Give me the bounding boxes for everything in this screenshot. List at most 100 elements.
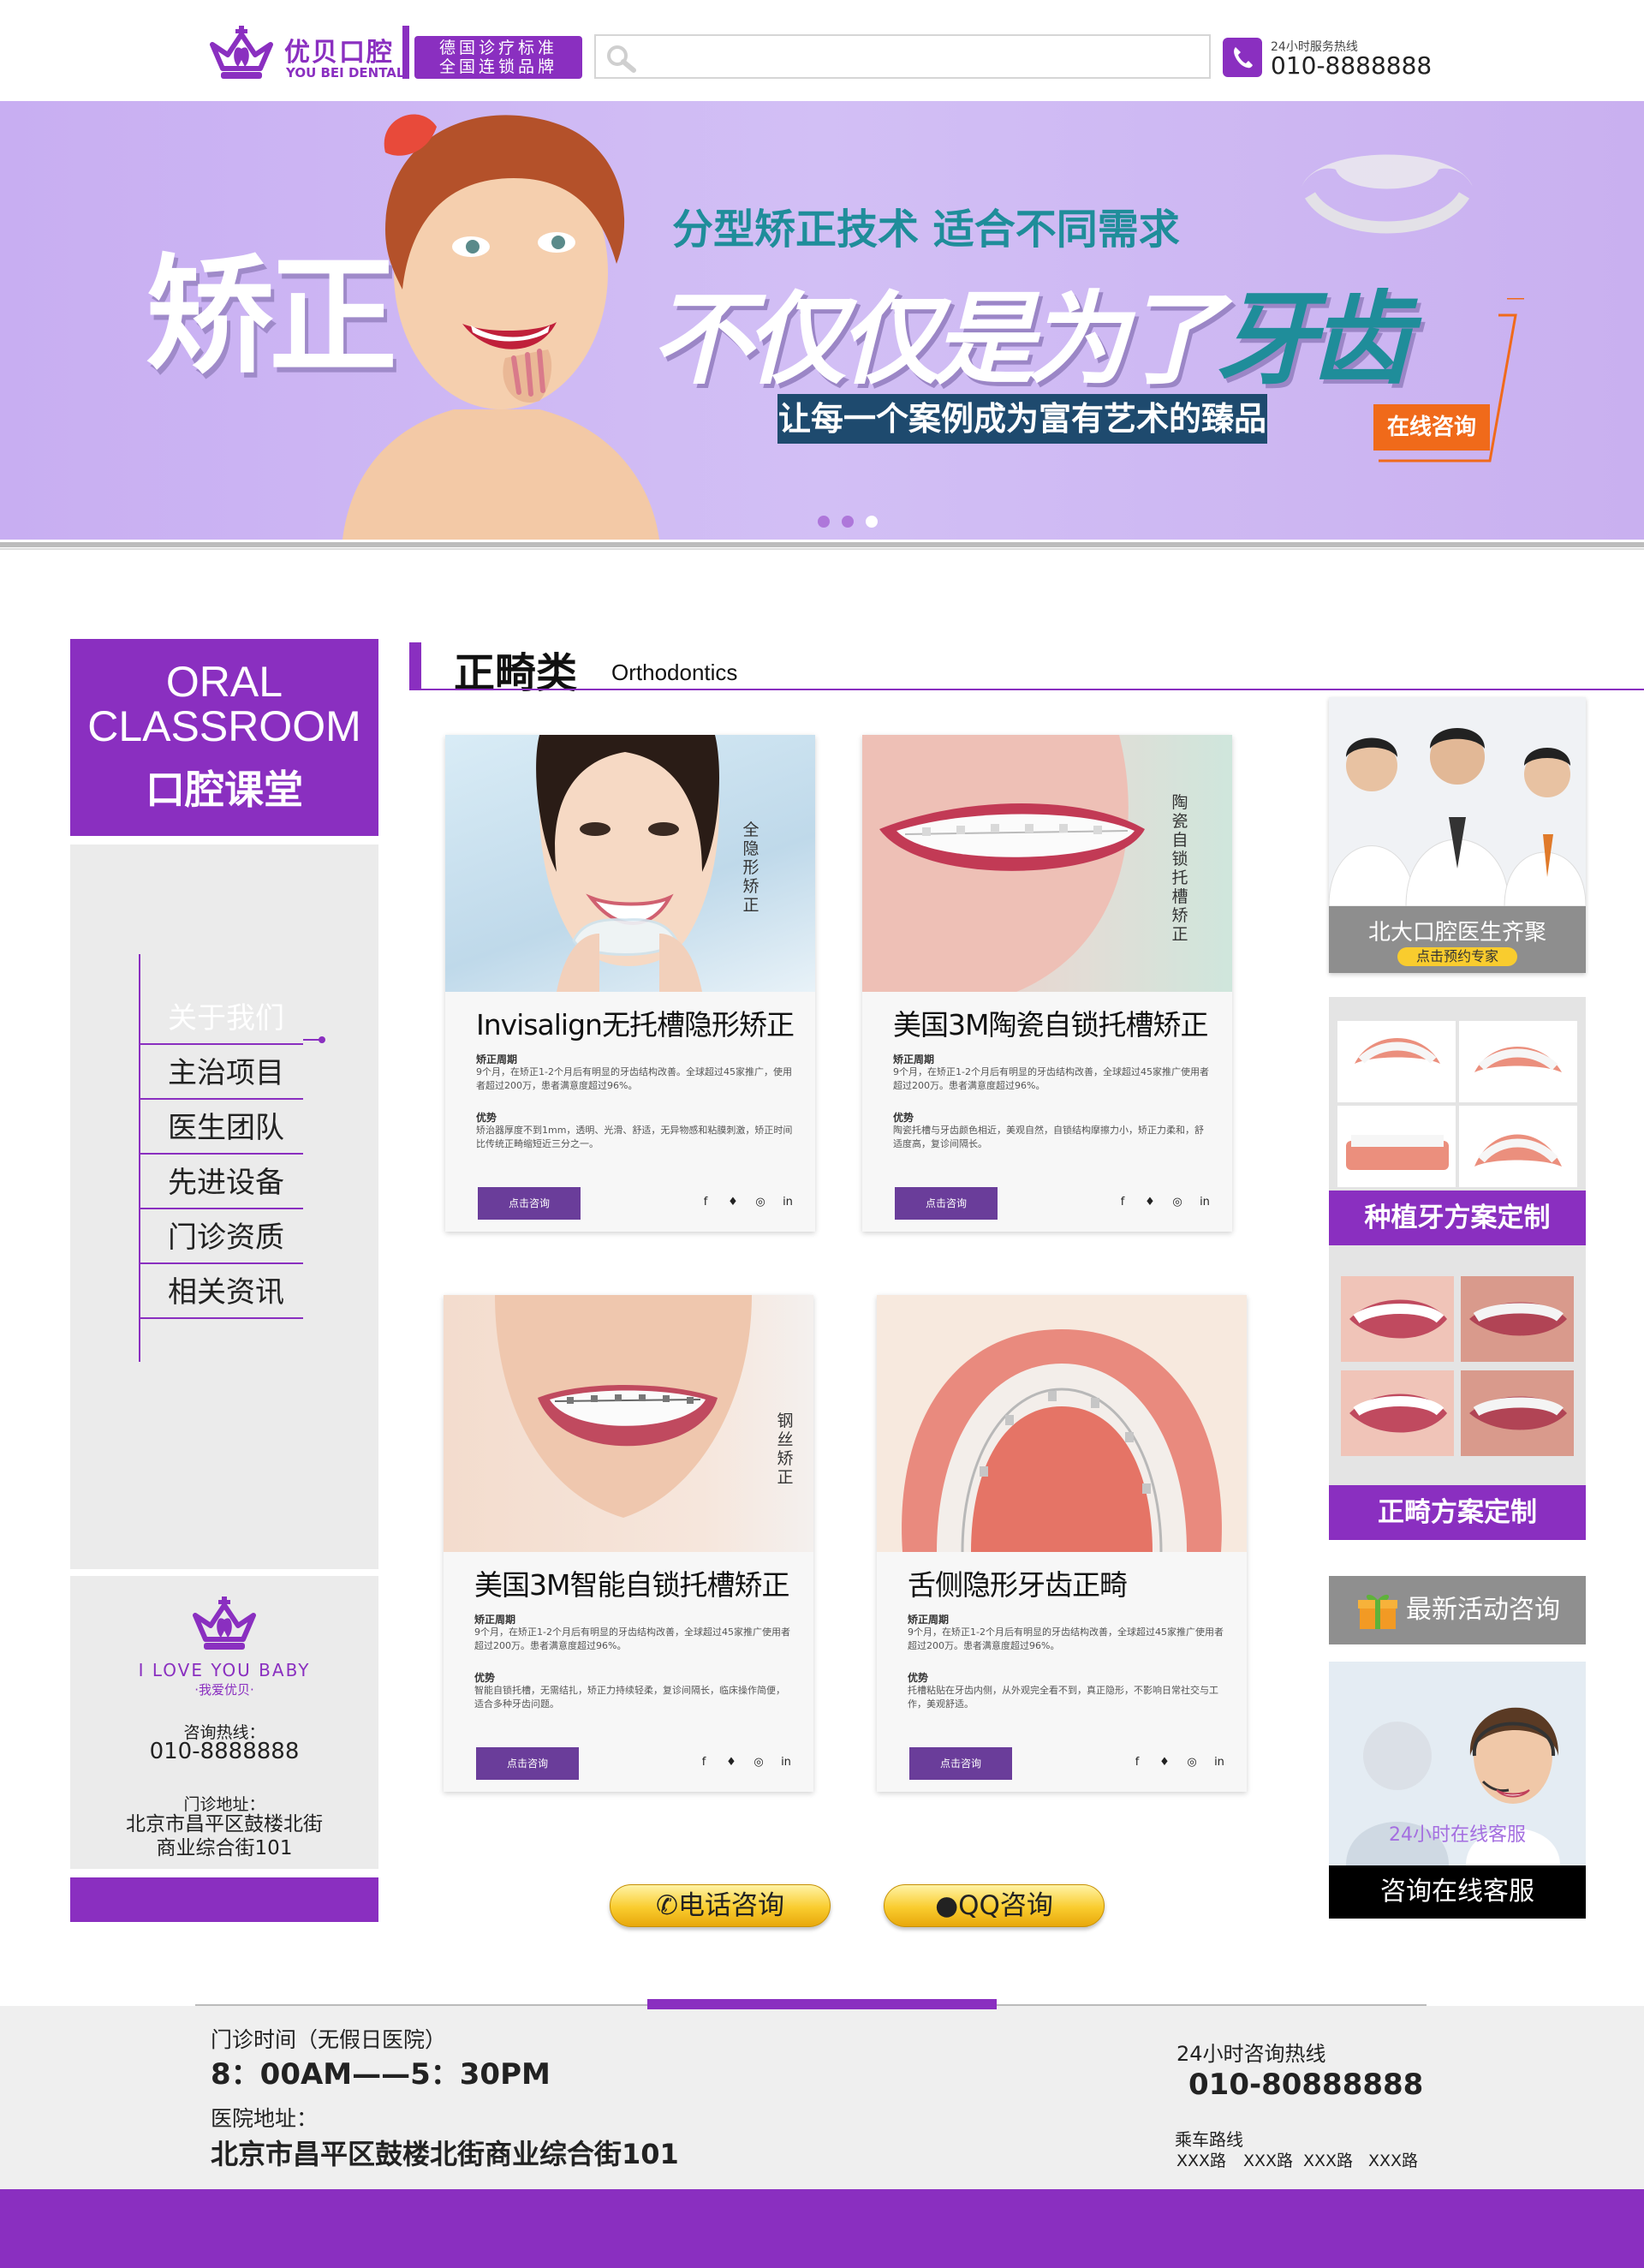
sidebar-item-label: 关于我们 bbox=[168, 1001, 284, 1036]
card-text-advantage: 矫治器厚度不到1mm，透明、光滑、舒适，无异物感和粘膜刺激，矫正时间比传统正畸缩… bbox=[476, 1125, 793, 1149]
ortho-title-button[interactable]: 正畸方案定制 bbox=[1329, 1485, 1586, 1540]
active-indicator-line bbox=[303, 1039, 320, 1041]
product-card-invisalign[interactable]: 全隐形矫正 Invisalign无托槽隐形矫正 矫正周期 9个月，在矫正1-2个… bbox=[445, 735, 815, 1232]
site-header: 优贝口腔 YOU BEI DENTAL 德国诊疗标准 全国连锁品牌 24小时服务… bbox=[0, 0, 1644, 101]
search-icon[interactable] bbox=[605, 43, 639, 74]
carousel-dot-1[interactable] bbox=[818, 516, 830, 528]
activity-button[interactable]: 最新活动咨询 bbox=[1329, 1576, 1586, 1644]
card-title: 舌侧隐形牙齿正畸 bbox=[908, 1568, 1128, 1602]
doctors-cta-button[interactable]: 点击预约专家 bbox=[1397, 947, 1517, 966]
carousel-dot-2[interactable] bbox=[842, 516, 854, 528]
implant-title-button[interactable]: 种植牙方案定制 bbox=[1329, 1191, 1586, 1245]
card-label-advantage: 优势 bbox=[908, 1672, 929, 1684]
sidebar-item-news[interactable]: 相关资讯 bbox=[139, 1266, 303, 1319]
dribbble-icon[interactable]: ◎ bbox=[752, 1756, 765, 1770]
sidebar-item-equipment[interactable]: 先进设备 bbox=[139, 1156, 303, 1209]
qq-penguin-icon: ● bbox=[935, 1890, 959, 1921]
footer-hotline-value: 010-80888888 bbox=[1188, 2068, 1424, 2102]
classroom-title-cn: 口腔课堂 bbox=[146, 767, 303, 813]
customer-service-button[interactable]: 咨询在线客服 bbox=[1329, 1865, 1586, 1919]
product-card-smart-bracket[interactable]: 钢丝矫正 美国3M智能自锁托槽矫正 矫正周期 9个月，在矫正1-2个月后有明显的… bbox=[444, 1295, 813, 1792]
implant-photos bbox=[1337, 1021, 1577, 1187]
sidebar-item-qualification[interactable]: 门诊资质 bbox=[139, 1211, 303, 1264]
banner-big-text: 矫正 bbox=[146, 242, 397, 391]
sidebar-item-treatments[interactable]: 主治项目 bbox=[139, 1047, 303, 1100]
phone-consult-label: 电话咨询 bbox=[677, 1890, 784, 1921]
facebook-icon[interactable]: f bbox=[697, 1756, 711, 1770]
footer-accent-bar bbox=[647, 1999, 997, 2009]
card-label-period: 矫正周期 bbox=[893, 1053, 935, 1065]
aligner-illustration bbox=[1302, 154, 1473, 234]
contact-address-line1: 北京市昌平区鼓楼北街 bbox=[126, 1813, 323, 1835]
facebook-icon[interactable]: f bbox=[699, 1196, 712, 1209]
phone-icon bbox=[1223, 38, 1262, 77]
contact-address-line2: 商业综合街101 bbox=[156, 1837, 293, 1859]
card-label-period: 矫正周期 bbox=[476, 1053, 518, 1065]
phone-icon: ✆ bbox=[656, 1890, 678, 1921]
oral-classroom-header: ORAL CLASSROOM 口腔课堂 bbox=[70, 639, 378, 836]
banner-subtitle: 分型矫正技术 适合不同需求 bbox=[672, 206, 1180, 254]
slogan-divider bbox=[402, 26, 409, 79]
search-input[interactable] bbox=[594, 34, 1211, 79]
activity-label: 最新活动咨询 bbox=[1406, 1595, 1560, 1625]
qq-consult-button[interactable]: ●QQ咨询 bbox=[884, 1884, 1105, 1927]
facebook-icon[interactable]: f bbox=[1116, 1196, 1129, 1209]
logo-text-en: YOU BEI DENTAL bbox=[286, 65, 405, 81]
card-consult-button[interactable]: 点击咨询 bbox=[478, 1187, 581, 1220]
card-label-period: 矫正周期 bbox=[908, 1614, 950, 1626]
hotline-number: 010-8888888 bbox=[1271, 51, 1433, 80]
dribbble-icon[interactable]: ◎ bbox=[1170, 1196, 1184, 1209]
banner-cta-button[interactable]: 在线咨询 bbox=[1373, 404, 1490, 451]
slogan-line2: 全国连锁品牌 bbox=[438, 57, 557, 76]
gift-icon bbox=[1358, 1594, 1397, 1629]
card-consult-button[interactable]: 点击咨询 bbox=[895, 1187, 998, 1220]
card-consult-button[interactable]: 点击咨询 bbox=[476, 1747, 579, 1780]
card-label-advantage: 优势 bbox=[474, 1672, 496, 1684]
doctors-caption: 北大口腔医生齐聚 bbox=[1367, 920, 1546, 946]
linkedin-icon[interactable]: in bbox=[1198, 1196, 1212, 1209]
carousel-dot-3[interactable] bbox=[866, 516, 878, 528]
twitter-icon[interactable]: ♦ bbox=[726, 1196, 740, 1209]
twitter-icon[interactable]: ♦ bbox=[1143, 1196, 1157, 1209]
section-subtitle: Orthodontics bbox=[611, 660, 738, 685]
logo[interactable]: 优贝口腔 YOU BEI DENTAL bbox=[207, 26, 404, 82]
footer-hours-label: 门诊时间（无假日医院） bbox=[211, 2027, 447, 2052]
hero-banner[interactable]: 矫正 分型矫正技术 适合不同需求 不仅仅是为了牙齿 让每一个案例成为富有艺术的臻… bbox=[0, 101, 1644, 540]
crown-logo-icon bbox=[210, 26, 273, 79]
banner-divider bbox=[0, 542, 1644, 547]
customer-service-panel[interactable]: 24小时在线客服 咨询在线客服 bbox=[1329, 1662, 1586, 1919]
twitter-icon[interactable]: ♦ bbox=[724, 1756, 738, 1770]
twitter-icon[interactable]: ♦ bbox=[1158, 1756, 1171, 1770]
card-photo bbox=[444, 1295, 813, 1552]
sidebar-item-doctors[interactable]: 医生团队 bbox=[139, 1101, 303, 1155]
doctors-panel[interactable]: 北大口腔医生齐聚 点击预约专家 bbox=[1328, 697, 1587, 973]
sidebar-bottom-bar bbox=[70, 1877, 378, 1922]
linkedin-icon[interactable]: in bbox=[1212, 1756, 1226, 1770]
phone-consult-button[interactable]: ✆电话咨询 bbox=[610, 1884, 831, 1927]
crown-logo-icon bbox=[193, 1597, 256, 1650]
card-consult-button[interactable]: 点击咨询 bbox=[909, 1747, 1012, 1780]
card-title: 美国3M智能自锁托槽矫正 bbox=[474, 1568, 789, 1602]
banner-headline-part1: 不仅仅是为了 bbox=[651, 280, 1223, 398]
footer-hotline-label: 24小时咨询热线 bbox=[1176, 2042, 1326, 2066]
card-text-advantage: 智能自锁托槽，无需结扎，矫正力持续轻柔，复诊间隔长，临床操作简便，适合多种牙齿问… bbox=[474, 1685, 785, 1710]
ortho-photos bbox=[1341, 1276, 1574, 1456]
product-card-lingual[interactable]: 舌侧隐形牙齿正畸 矫正周期 9个月，在矫正1-2个月后有明显的牙齿结构改善，全球… bbox=[877, 1295, 1247, 1792]
sidebar-item-about[interactable]: 关于我们 bbox=[139, 992, 303, 1045]
card-vertical-tag: 钢丝矫正 bbox=[777, 1412, 794, 1487]
dribbble-icon[interactable]: ◎ bbox=[1185, 1756, 1199, 1770]
dribbble-icon[interactable]: ◎ bbox=[754, 1196, 767, 1209]
facebook-icon[interactable]: f bbox=[1130, 1756, 1144, 1770]
customer-service-caption: 24小时在线客服 bbox=[1389, 1824, 1526, 1846]
sidebar-item-label: 医生团队 bbox=[168, 1111, 284, 1145]
footer-routes-label: 乘车路线 bbox=[1175, 2129, 1243, 2150]
product-card-ceramic[interactable]: 陶瓷自锁托槽矫正 美国3M陶瓷自锁托槽矫正 矫正周期 9个月，在矫正1-2个月后… bbox=[862, 735, 1232, 1232]
card-label-period: 矫正周期 bbox=[474, 1614, 516, 1626]
sidebar-contact-card: I LOVE YOU BABY ·我爱优贝· 咨询热线： 010-8888888… bbox=[70, 1576, 378, 1869]
card-title: 美国3M陶瓷自锁托槽矫正 bbox=[893, 1008, 1208, 1041]
slogan-badge: 德国诊疗标准 全国连锁品牌 bbox=[414, 36, 582, 79]
linkedin-icon[interactable]: in bbox=[779, 1756, 793, 1770]
card-label-advantage: 优势 bbox=[893, 1112, 914, 1124]
linkedin-icon[interactable]: in bbox=[781, 1196, 795, 1209]
card-text-period: 9个月，在矫正1-2个月后有明显的牙齿结构改善。全球超过45家推广，使用者超过2… bbox=[476, 1066, 792, 1091]
